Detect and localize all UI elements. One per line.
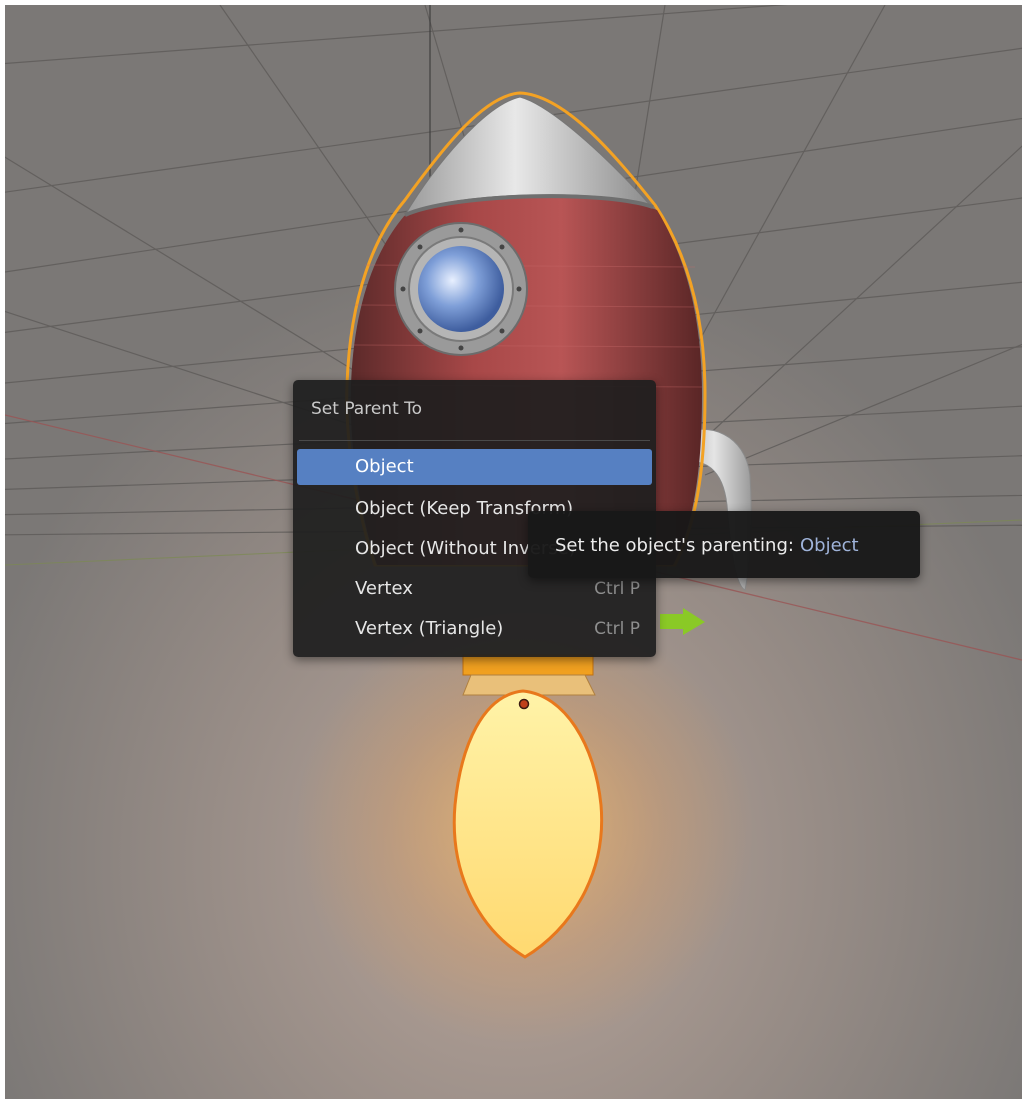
3d-viewport[interactable]: Set Parent To Object Object (Keep Transf…	[5, 5, 1022, 1099]
tooltip: Set the object's parenting: Object	[528, 511, 920, 578]
menu-item-label: Vertex (Triangle)	[355, 618, 504, 639]
menu-item-object[interactable]: Object	[297, 449, 652, 485]
menu-separator	[299, 440, 650, 441]
tooltip-value: Object	[799, 535, 859, 556]
menu-item-vertex-triangle[interactable]: Vertex (Triangle) Ctrl P	[297, 611, 652, 647]
menu-item-shortcut: Ctrl P	[594, 619, 640, 639]
menu-item-label: Vertex	[355, 578, 413, 599]
menu-title: Set Parent To	[311, 399, 423, 419]
menu-item-label: Object	[355, 456, 414, 477]
tooltip-description: Set the object's parenting:	[555, 535, 794, 556]
